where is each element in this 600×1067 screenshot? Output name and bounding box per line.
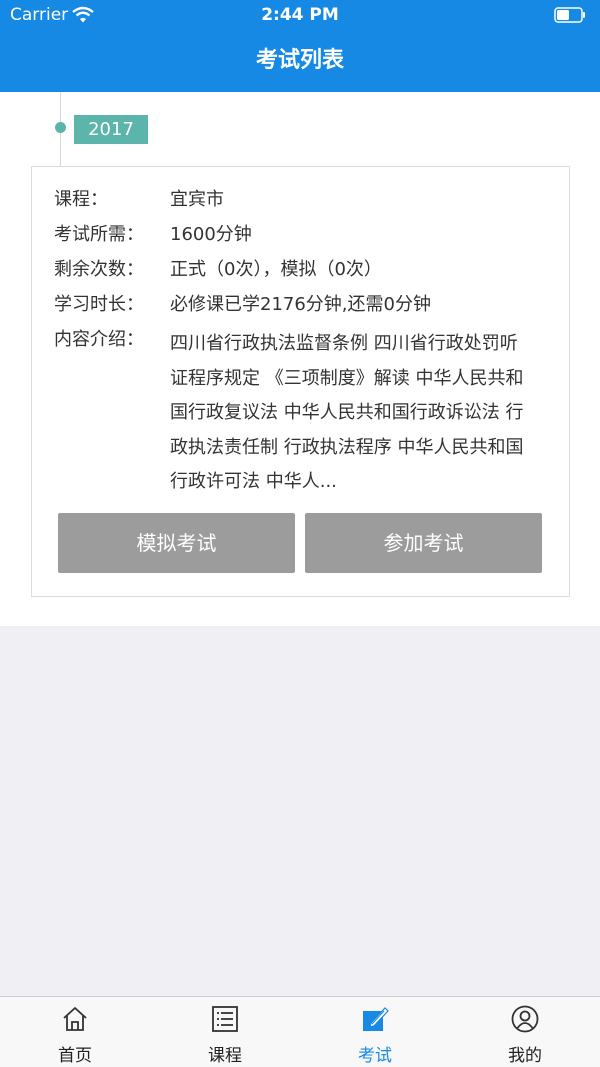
user-icon (511, 1005, 539, 1033)
tab-mine-label: 我的 (508, 1046, 542, 1066)
battery-icon (554, 7, 585, 23)
study-value: 必修课已学2176分钟,还需0分钟 (170, 294, 431, 315)
exam-card: 课程： 宜宾市 考试所需： 1600分钟 剩余次数： 正式（0次），模拟（0次）… (31, 166, 570, 597)
remaining-label: 剩余次数： (54, 259, 144, 280)
tab-home-label: 首页 (58, 1046, 92, 1066)
study-label: 学习时长： (54, 294, 144, 315)
edit-icon (363, 1007, 389, 1031)
course-value: 宜宾市 (170, 189, 224, 210)
join-exam-button[interactable]: 参加考试 (305, 513, 542, 573)
exam-list: 2017 课程： 宜宾市 考试所需： 1600分钟 剩余次数： 正式（0次），模… (0, 92, 600, 626)
year-tag: 2017 (74, 115, 148, 144)
status-bar: Carrier 2:44 PM (0, 0, 600, 30)
intro-text: 四川省行政执法监督条例 四川省行政处罚听证程序规定 《三项制度》解读 中华人民共… (170, 333, 524, 492)
tab-exam[interactable]: 考试 (300, 997, 450, 1067)
tab-course[interactable]: 课程 (150, 997, 300, 1067)
app: Carrier 2:44 PM 考试列表 2017 课程： 宜宾市 考试所需： … (0, 0, 600, 1067)
duration-label: 考试所需： (54, 224, 144, 245)
tab-course-label: 课程 (208, 1046, 242, 1066)
tab-exam-label: 考试 (358, 1046, 392, 1066)
duration-value: 1600分钟 (170, 224, 252, 245)
page-title: 考试列表 (255, 48, 344, 73)
timeline-dot (55, 122, 66, 133)
home-icon (63, 1007, 87, 1031)
list-icon (212, 1006, 238, 1032)
intro-label: 内容介绍： (54, 329, 144, 350)
header: Carrier 2:44 PM 考试列表 (0, 0, 600, 92)
tab-bar: 首页 课程 考试 我的 (0, 996, 600, 1067)
mock-exam-button[interactable]: 模拟考试 (58, 513, 295, 573)
tab-home[interactable]: 首页 (0, 997, 150, 1067)
remaining-value: 正式（0次），模拟（0次） (170, 259, 382, 280)
course-label: 课程： (54, 189, 108, 210)
status-time: 2:44 PM (261, 5, 339, 25)
tab-mine[interactable]: 我的 (450, 997, 600, 1067)
